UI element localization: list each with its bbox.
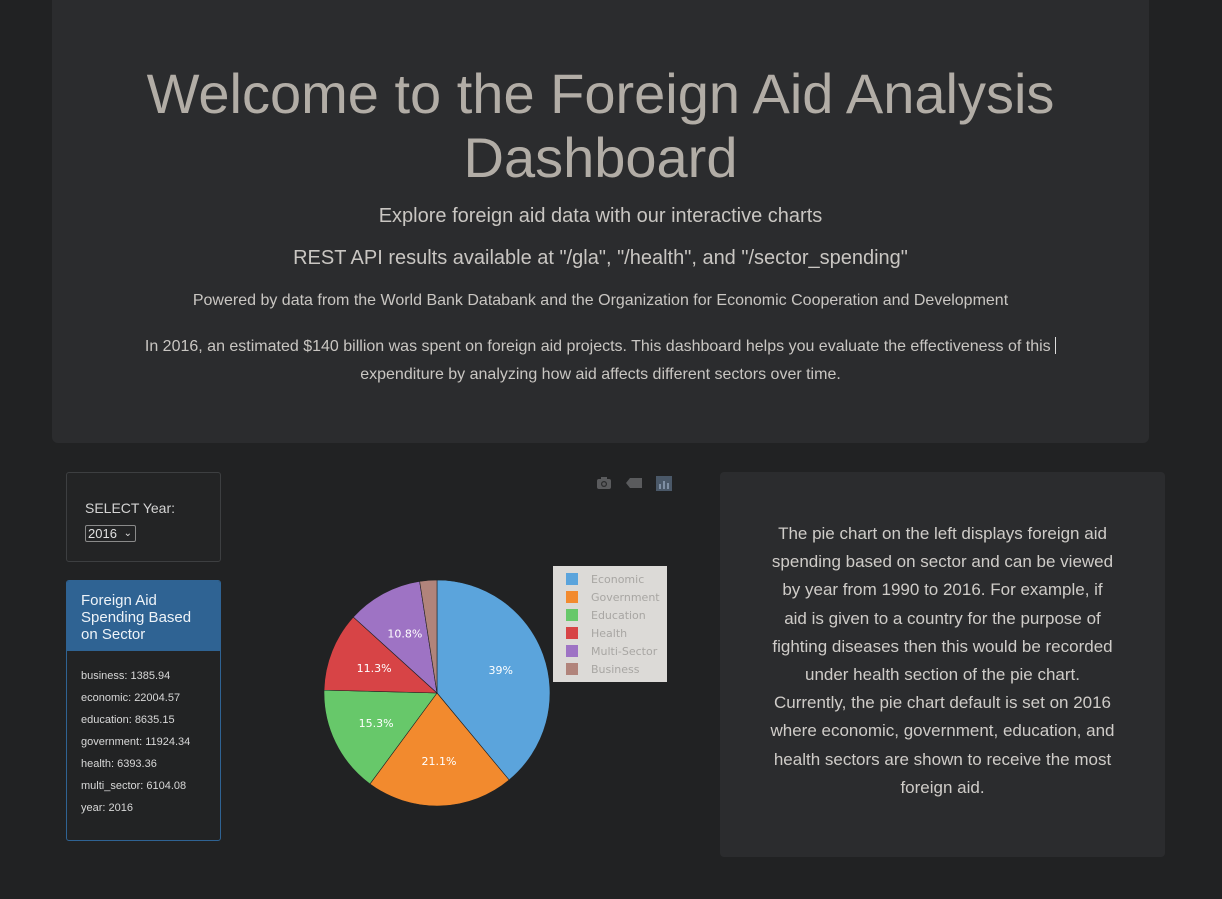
chart-description: The pie chart on the left displays forei… bbox=[770, 524, 1115, 797]
info-panel-title: Foreign Aid Spending Based on Sector bbox=[67, 581, 220, 651]
header-jumbotron: Welcome to the Foreign Aid Analysis Dash… bbox=[52, 0, 1149, 443]
year-select-value: 2016 bbox=[88, 526, 117, 541]
pie-percent-label: 10.8% bbox=[387, 627, 422, 640]
legend-swatch[interactable] bbox=[566, 591, 578, 603]
legend-swatch[interactable] bbox=[566, 573, 578, 585]
list-item: multi_sector: 6104.08 bbox=[81, 780, 187, 792]
year-select-label: SELECT Year: bbox=[85, 500, 176, 516]
chevron-down-icon: ⌄ bbox=[123, 528, 132, 539]
info-panel-list: business: 1385.94 economic: 22004.57 edu… bbox=[67, 651, 220, 840]
plotly-logo-icon[interactable] bbox=[656, 476, 672, 491]
list-item: government: 11924.34 bbox=[81, 736, 191, 748]
legend-label[interactable]: Education bbox=[591, 609, 646, 622]
api-note: REST API results available at "/gla", "/… bbox=[293, 247, 908, 269]
pie-percent-label: 39% bbox=[489, 664, 513, 677]
camera-icon[interactable] bbox=[596, 476, 612, 490]
legend-label[interactable]: Government bbox=[591, 591, 660, 604]
legend-label[interactable]: Multi-Sector bbox=[591, 645, 658, 658]
legend-label[interactable]: Health bbox=[591, 627, 627, 640]
legend-label[interactable]: Economic bbox=[591, 573, 644, 586]
year-select-card: SELECT Year: 2016 ⌄ bbox=[66, 472, 221, 562]
legend-swatch[interactable] bbox=[566, 663, 578, 675]
list-item: education: 8635.15 bbox=[81, 714, 175, 726]
list-item: health: 6393.36 bbox=[81, 758, 157, 770]
sector-info-panel: Foreign Aid Spending Based on Sector bus… bbox=[66, 580, 221, 841]
page-title: Welcome to the Foreign Aid Analysis Dash… bbox=[146, 62, 1055, 189]
legend-swatch[interactable] bbox=[566, 645, 578, 657]
intro-text: In 2016, an estimated $140 billion was s… bbox=[122, 333, 1079, 389]
list-item: year: 2016 bbox=[81, 802, 133, 814]
text-cursor bbox=[1055, 337, 1057, 354]
legend-label[interactable]: Business bbox=[591, 663, 640, 676]
pie-percent-label: 15.3% bbox=[359, 717, 394, 730]
legend-swatch[interactable] bbox=[566, 627, 578, 639]
powered-by-text: Powered by data from the World Bank Data… bbox=[192, 292, 1009, 309]
legend-swatch[interactable] bbox=[566, 609, 578, 621]
list-item: business: 1385.94 bbox=[81, 670, 171, 682]
intro-paragraph: In 2016, an estimated $140 billion was s… bbox=[144, 337, 1057, 383]
tag-icon[interactable] bbox=[626, 478, 642, 488]
list-item: economic: 22004.57 bbox=[81, 692, 181, 704]
year-select-dropdown[interactable]: 2016 ⌄ bbox=[85, 525, 136, 542]
sector-pie-chart: 39% 21.1% 15.3% 11.3% 10.8% 2.46% Economic Gove… bbox=[323, 560, 667, 807]
page-subtitle: Explore foreign aid data with our intera… bbox=[378, 205, 823, 227]
pie-percent-label: 21.1% bbox=[421, 755, 456, 768]
pie-percent-label: 2.46% bbox=[409, 560, 444, 561]
description-card: The pie chart on the left displays forei… bbox=[720, 472, 1165, 857]
pie-percent-label: 11.3% bbox=[357, 662, 392, 675]
